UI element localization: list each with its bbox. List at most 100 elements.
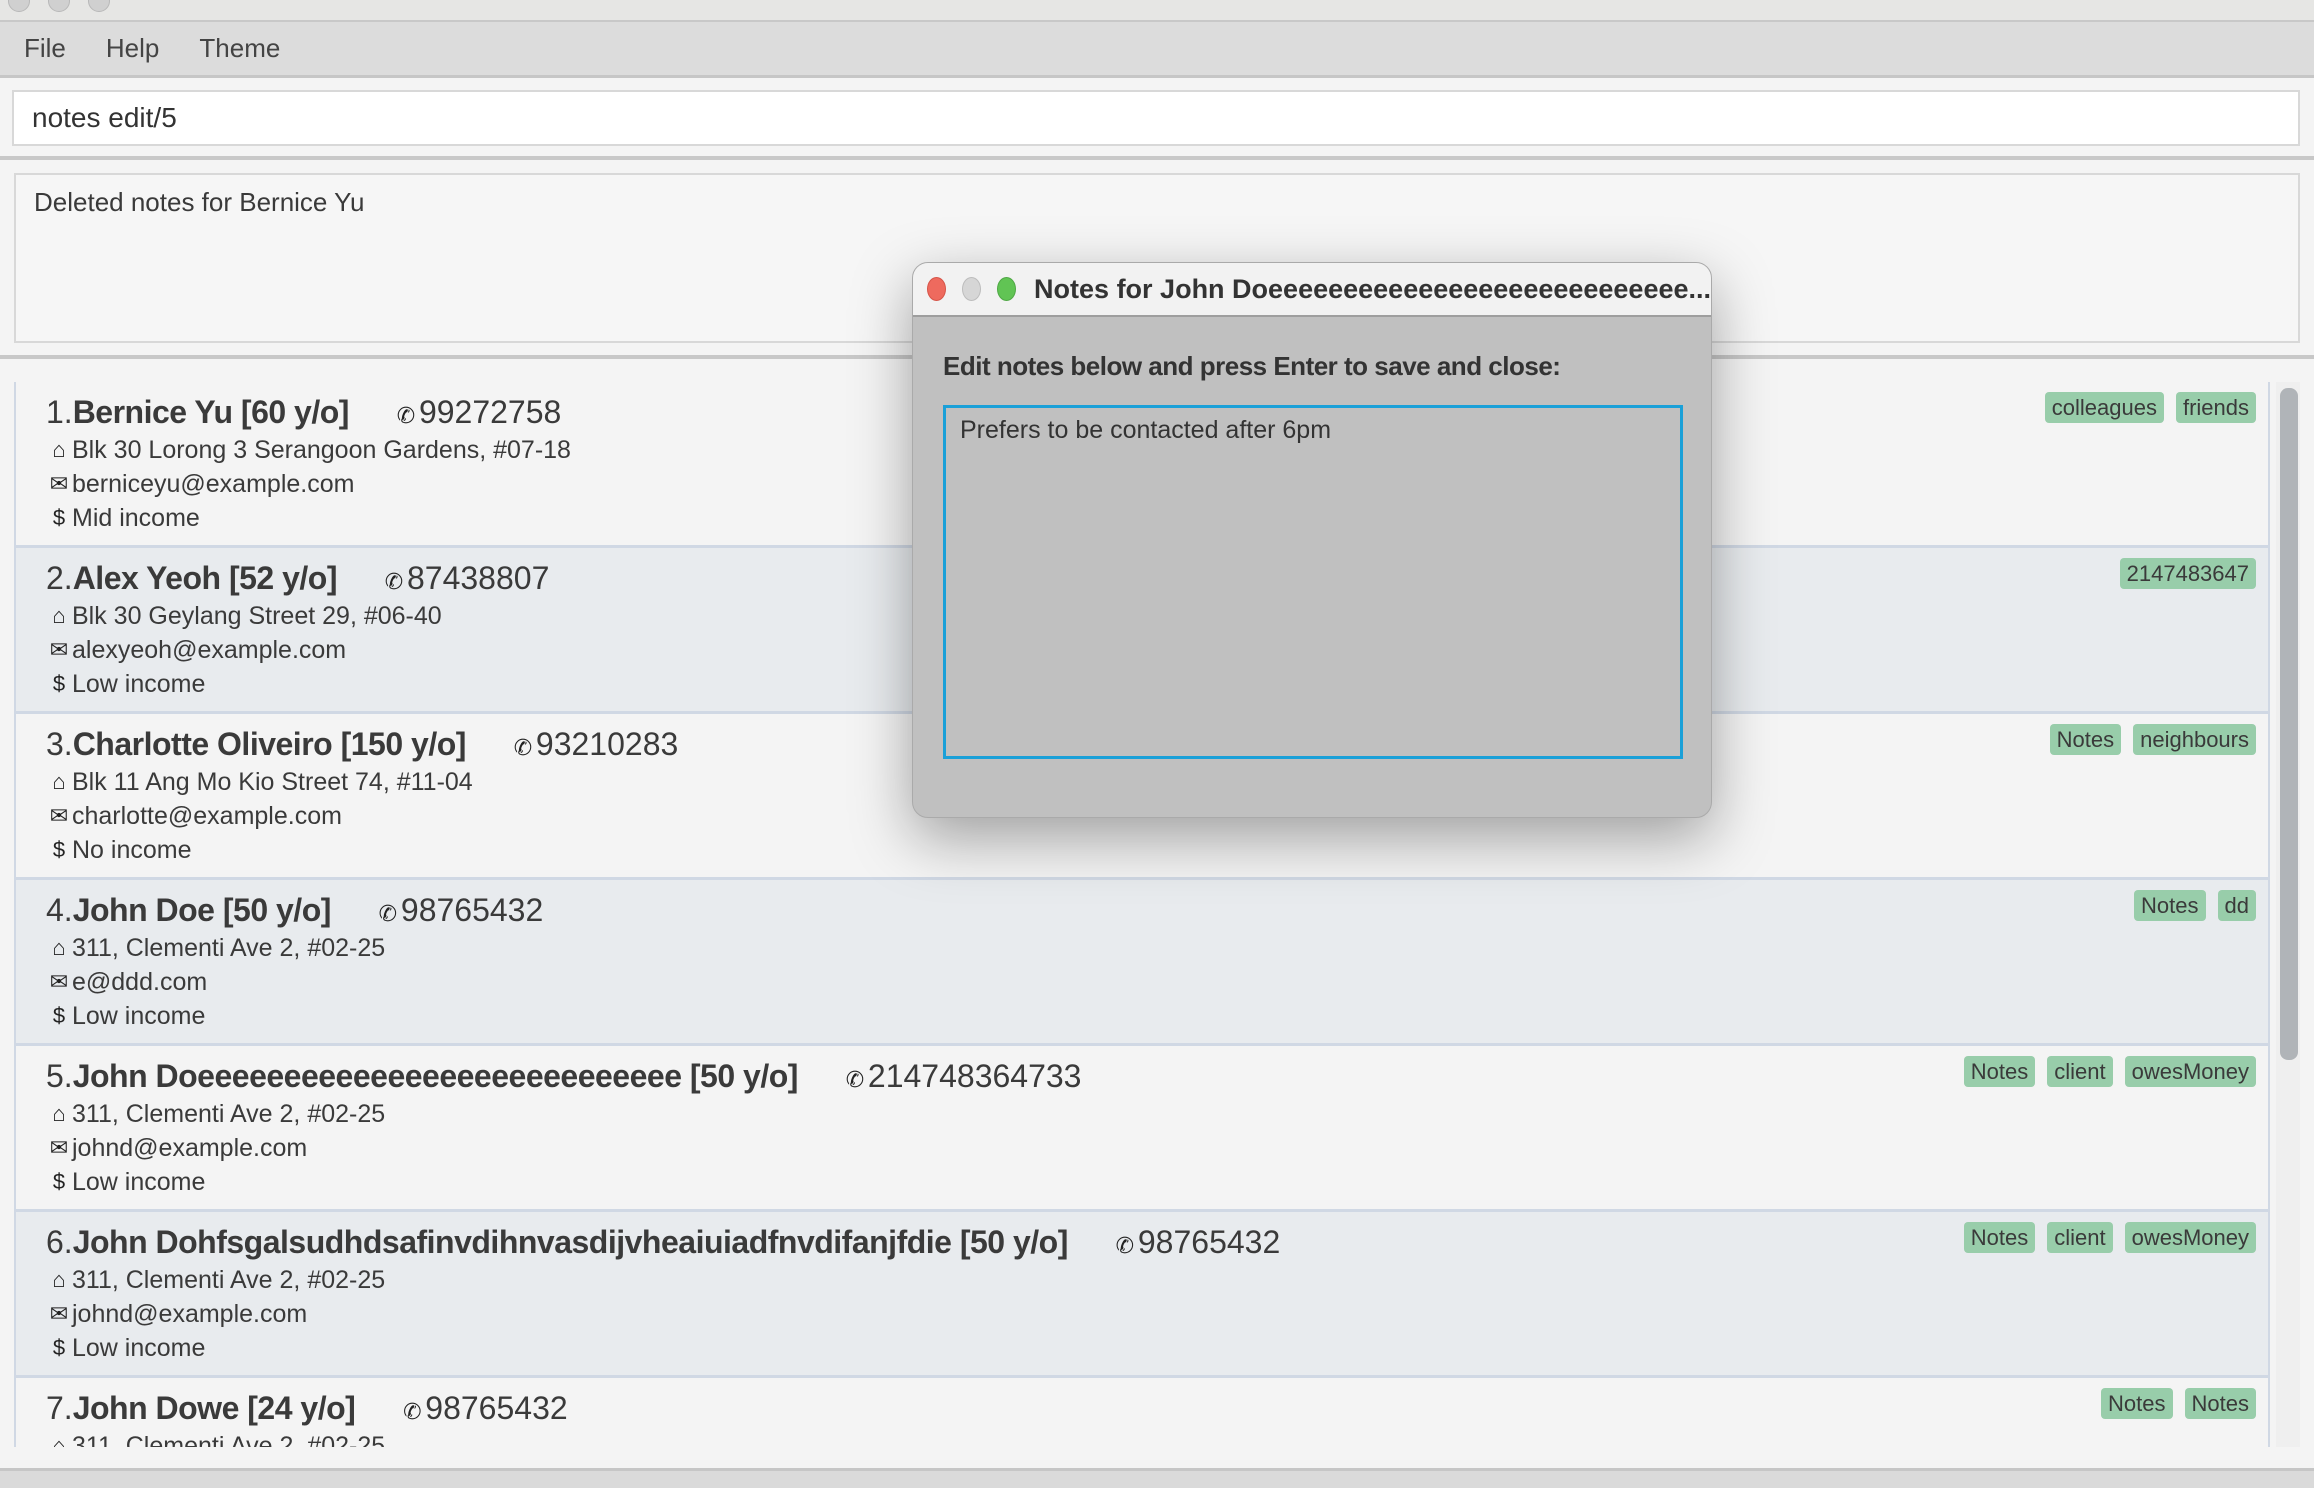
phone-icon: ✆ [396, 403, 416, 428]
person-name: John Doe [50 y/o] [72, 892, 332, 928]
person-index: 4. [46, 892, 73, 928]
person-email: alexyeoh@example.com [72, 635, 347, 664]
person-card[interactable]: 4. John Doe [50 y/o] ✆ 98765432 ⌂ 311, Clemen… [16, 880, 2270, 1046]
person-income: Low income [72, 1333, 206, 1362]
tag: owesMoney [2124, 1222, 2256, 1253]
dollar-icon: $ [52, 1335, 66, 1360]
email-icon: ✉ [49, 1301, 69, 1326]
notes-dialog: Notes for John Doeeeeeeeeeeeeeeeeeeeeeee… [912, 262, 1712, 818]
home-icon: ⌂ [52, 603, 66, 628]
person-index: 2. [46, 560, 73, 596]
person-name: John Doeeeeeeeeeeeeeeeeeeeeeeeeeeee [50 … [72, 1058, 799, 1094]
person-phone: 214748364733 [867, 1058, 1082, 1094]
tag-list: Notes dd [1956, 890, 2256, 921]
person-phone: 87438807 [406, 560, 550, 596]
dollar-icon: $ [52, 505, 66, 530]
tag-list: colleagues friends [1956, 392, 2256, 423]
home-icon: ⌂ [52, 935, 66, 960]
scrollbar-thumb[interactable] [2280, 388, 2298, 1060]
phone-icon: ✆ [403, 1399, 422, 1424]
person-address: 311, Clementi Ave 2, #02-25 [72, 1265, 386, 1294]
dialog-zoom-button[interactable] [997, 277, 1017, 301]
person-name: John Dohfsgalsudhdsafinvdihnvasdijvheaiu… [72, 1224, 1069, 1260]
tag: neighbours [2133, 724, 2256, 755]
dollar-icon: $ [52, 671, 66, 696]
person-address: 311, Clementi Ave 2, #02-25 [72, 933, 386, 962]
person-phone: 93210283 [535, 726, 679, 762]
tag: Notes [2184, 1388, 2256, 1419]
tag: dd [2217, 890, 2256, 921]
tag-list: Notes neighbours [1956, 724, 2256, 755]
phone-icon: ✆ [384, 569, 404, 594]
dialog-instruction: Edit notes below and press Enter to save… [943, 351, 1561, 381]
window-title-bar [0, 0, 2314, 22]
menu-theme[interactable]: Theme [199, 33, 280, 64]
person-address: 311, Clementi Ave 2, #02-25 [72, 1099, 386, 1128]
person-phone: 98765432 [400, 892, 544, 928]
status-bar [0, 1468, 2314, 1488]
person-index: 3. [46, 726, 73, 762]
person-email: berniceyu@example.com [72, 469, 355, 498]
phone-icon: ✆ [1115, 1233, 1135, 1258]
menu-bar: File Help Theme [0, 22, 2314, 78]
tag: 2147483647 [2119, 558, 2256, 589]
dialog-minimize-button[interactable] [962, 277, 982, 301]
person-income: No income [72, 835, 192, 864]
person-card[interactable]: 7. John Dowe [24 y/o] ✆ 98765432 ⌂ 311, Cleme… [16, 1378, 2270, 1447]
home-icon: ⌂ [52, 437, 66, 462]
home-icon: ⌂ [52, 1433, 66, 1447]
person-index: 1. [46, 394, 73, 430]
dialog-close-button[interactable] [927, 277, 947, 301]
person-email: charlotte@example.com [72, 801, 342, 830]
menu-help[interactable]: Help [106, 33, 159, 64]
person-address: Blk 11 Ang Mo Kio Street 74, #11-04 [72, 767, 473, 796]
person-card[interactable]: 5. John Doeeeeeeeeeeeeeeeeeeeeeeeeeeee [5… [16, 1046, 2270, 1212]
menu-file[interactable]: File [24, 33, 66, 64]
person-name: Bernice Yu [60 y/o] [72, 394, 350, 430]
tag: owesMoney [2124, 1056, 2256, 1087]
home-icon: ⌂ [52, 1101, 66, 1126]
tag-list: Notes Notes [1956, 1388, 2256, 1419]
phone-icon: ✆ [513, 735, 533, 760]
home-icon: ⌂ [52, 1267, 66, 1292]
phone-icon: ✆ [845, 1067, 865, 1092]
window-close-button[interactable] [8, 0, 30, 12]
tag-list: 2147483647 [1956, 558, 2256, 589]
person-index: 5. [46, 1058, 73, 1094]
person-email: e@ddd.com [72, 967, 208, 996]
person-phone: 98765432 [425, 1390, 568, 1426]
person-phone: 98765432 [1137, 1224, 1281, 1260]
tag: Notes [2049, 724, 2122, 755]
person-index: 7. [46, 1390, 73, 1426]
tag-list: Notes client owesMoney [1956, 1056, 2256, 1087]
tag: friends [2175, 392, 2256, 423]
tag: Notes [2134, 890, 2206, 921]
divider[interactable] [0, 156, 2314, 160]
window-minimize-button[interactable] [48, 0, 70, 12]
tag: Notes [1963, 1222, 2036, 1253]
person-income: Low income [72, 1167, 206, 1196]
home-icon: ⌂ [52, 769, 66, 794]
dollar-icon: $ [52, 837, 66, 862]
tag: Notes [1963, 1056, 2036, 1087]
command-input[interactable]: notes edit/5 [12, 90, 2300, 146]
window-zoom-button[interactable] [88, 0, 110, 12]
person-address: 311, Clementi Ave 2, #02-25 [72, 1431, 386, 1448]
email-icon: ✉ [49, 969, 69, 994]
dialog-title: Notes for John Doeeeeeeeeeeeeeeeeeeeeeee… [1034, 273, 1711, 304]
notes-textarea[interactable]: Prefers to be contacted after 6pm [943, 405, 1683, 759]
scrollbar[interactable] [2276, 382, 2300, 1447]
person-name: Charlotte Oliveiro [150 y/o] [72, 726, 467, 762]
tag-list: Notes client owesMoney [1956, 1222, 2256, 1253]
person-phone: 99272758 [418, 394, 562, 430]
person-card[interactable]: 6. John Dohfsgalsudhdsafinvdihnvasdijvhea… [16, 1212, 2270, 1378]
person-income: Low income [72, 669, 206, 698]
person-address: Blk 30 Geylang Street 29, #06-40 [72, 601, 442, 630]
tag: Notes [2101, 1388, 2173, 1419]
email-icon: ✉ [49, 1135, 69, 1160]
person-income: Low income [72, 1001, 206, 1030]
tag: colleagues [2044, 392, 2164, 423]
person-email: johnd@example.com [72, 1133, 308, 1162]
person-email: johnd@example.com [72, 1299, 308, 1328]
tag: client [2047, 1222, 2113, 1253]
